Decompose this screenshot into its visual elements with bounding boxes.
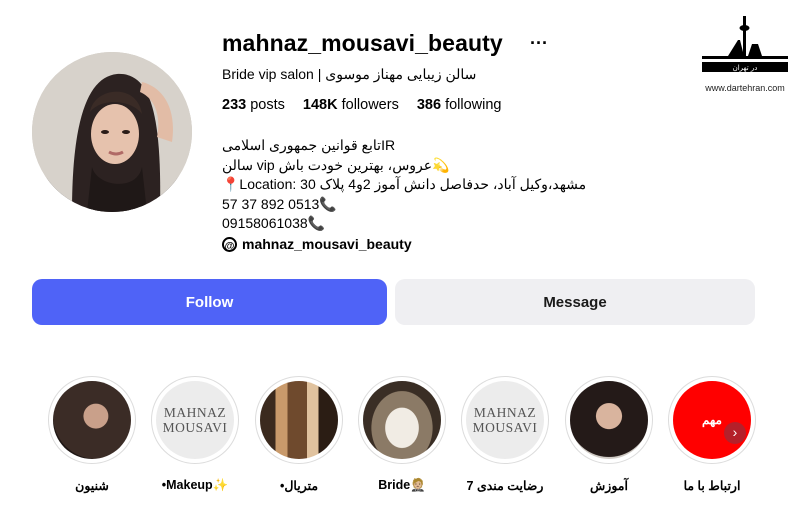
highlight-cover-text: مهم (702, 413, 722, 427)
threads-handle: mahnaz_mousavi_beauty (242, 236, 412, 252)
chevron-right-icon[interactable]: › (724, 422, 746, 444)
highlight-ring[interactable] (358, 376, 446, 464)
profile-username: mahnaz_mousavi_beauty (222, 30, 503, 56)
message-button[interactable]: Message (395, 279, 755, 325)
threads-icon: @ (222, 236, 237, 252)
highlight-label: ارتباط با ما (683, 479, 741, 493)
more-options-icon[interactable]: ··· (530, 33, 548, 54)
highlight-cover-photo (363, 381, 441, 459)
profile-category: Bride vip salon | سالن زیبایی مهناز موسو… (222, 66, 477, 82)
bio-phone[interactable]: 09158061038📞 (222, 214, 622, 234)
highlight-label: شنیون (75, 479, 109, 493)
highlight-cover-photo (570, 381, 648, 459)
highlight-item[interactable]: MAHNAZ MOUSAVI رضایت مندی 7 (460, 376, 550, 493)
highlight-label: Bride🤵🏼 (378, 478, 426, 492)
highlight-brand-cover: MAHNAZ MOUSAVI (156, 381, 234, 459)
following-count[interactable]: 386 following (417, 97, 502, 113)
bio-line: سالن vip عروس، بهترین خودت باش💫 (222, 156, 450, 173)
posts-count[interactable]: 233 posts (222, 97, 285, 113)
highlight-ring[interactable]: مهم (668, 376, 756, 464)
highlight-ring[interactable] (48, 376, 136, 464)
bio-phone[interactable]: 57 37 892 0513📞 (222, 195, 622, 215)
highlight-label: •متریال (279, 479, 319, 493)
highlight-item[interactable]: شنیون (47, 376, 137, 493)
highlight-cover-photo (53, 381, 131, 459)
highlight-label: رضایت مندی 7 (466, 479, 544, 493)
watermark-url: www.dartehran.com (705, 83, 785, 93)
highlight-ring[interactable] (255, 376, 343, 464)
highlight-item[interactable]: Bride🤵🏼 (357, 376, 447, 493)
highlight-item[interactable]: آموزش (564, 376, 654, 493)
followers-count[interactable]: 148K followers (303, 97, 399, 113)
highlight-item[interactable]: •متریال (254, 376, 344, 493)
watermark-logo: در تهران www.dartehran.com (700, 14, 790, 93)
watermark-logo-text: در تهران (733, 64, 758, 72)
highlight-ring[interactable]: MAHNAZ MOUSAVI (461, 376, 549, 464)
highlight-label: •Makeup✨ (161, 478, 229, 492)
highlight-brand-cover: MAHNAZ MOUSAVI (466, 381, 544, 459)
profile-stats: 233 posts 148K followers 386 following (222, 97, 501, 113)
profile-avatar[interactable] (32, 52, 192, 212)
avatar-portrait (32, 52, 192, 212)
profile-bio: تابع قوانین جمهوری اسلامیIR سالن vip عرو… (222, 136, 622, 234)
threads-link[interactable]: @ mahnaz_mousavi_beauty (222, 236, 412, 252)
highlight-red-cover: مهم (673, 381, 751, 459)
follow-button[interactable]: Follow (32, 279, 387, 325)
bio-line: 📍Location: مشهد،وکیل آباد، حدفاصل دانش آ… (222, 176, 587, 192)
bio-line: تابع قوانین جمهوری اسلامیIR (222, 137, 396, 153)
milad-tower-icon: در تهران (702, 16, 788, 72)
highlight-ring[interactable]: MAHNAZ MOUSAVI (151, 376, 239, 464)
highlight-label: آموزش (590, 479, 628, 493)
highlight-cover-photo (260, 381, 338, 459)
highlight-ring[interactable] (565, 376, 653, 464)
highlight-item[interactable]: MAHNAZ MOUSAVI •Makeup✨ (150, 376, 240, 493)
